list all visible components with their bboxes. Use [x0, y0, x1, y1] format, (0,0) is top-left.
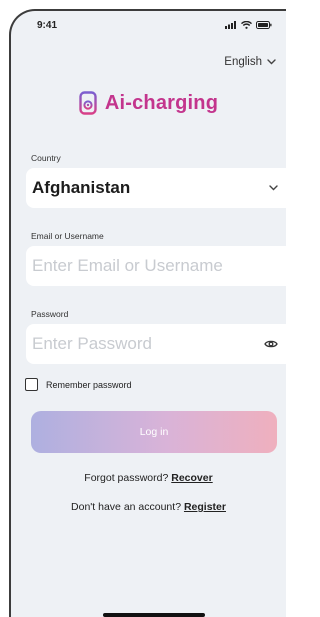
remember-password[interactable]: Remember password [25, 378, 132, 391]
country-select[interactable]: Afghanistan [26, 168, 286, 208]
register-row: Don't have an account? Register [11, 501, 286, 513]
remember-label: Remember password [46, 379, 132, 390]
forgot-password-row: Forgot password? Recover [11, 472, 286, 484]
register-link[interactable]: Register [184, 501, 226, 513]
language-selector[interactable]: English [224, 56, 276, 68]
remember-checkbox[interactable] [25, 378, 38, 391]
status-icons [225, 21, 272, 29]
login-label: Log in [139, 426, 169, 438]
country-value: Afghanistan [32, 178, 131, 197]
signal-icon [225, 21, 236, 29]
chevron-down-icon [269, 185, 278, 191]
register-text: Don't have an account? [71, 501, 182, 513]
battery-icon [256, 21, 272, 29]
phone-screen: 9:41 English Ai-charging Country Afghani… [9, 9, 286, 617]
chevron-down-icon [267, 59, 276, 65]
brand-name: Ai-charging [104, 91, 219, 114]
country-label: Country [31, 153, 61, 163]
forgot-password-text: Forgot password? [84, 472, 169, 484]
language-label: English [224, 56, 262, 68]
password-field-box [26, 324, 286, 364]
eye-icon[interactable] [264, 339, 278, 349]
charger-icon [79, 91, 97, 115]
home-indicator [103, 613, 205, 617]
email-label: Email or Username [31, 231, 104, 241]
recover-link[interactable]: Recover [171, 472, 212, 484]
password-field[interactable] [32, 334, 232, 354]
login-button[interactable]: Log in [31, 411, 277, 453]
email-field-box [26, 246, 286, 286]
brand-logo: Ai-charging [11, 91, 286, 115]
wifi-icon [241, 21, 252, 29]
status-time: 9:41 [37, 19, 58, 31]
email-field[interactable] [32, 256, 232, 276]
password-label: Password [31, 309, 69, 319]
status-bar: 9:41 [11, 11, 286, 39]
